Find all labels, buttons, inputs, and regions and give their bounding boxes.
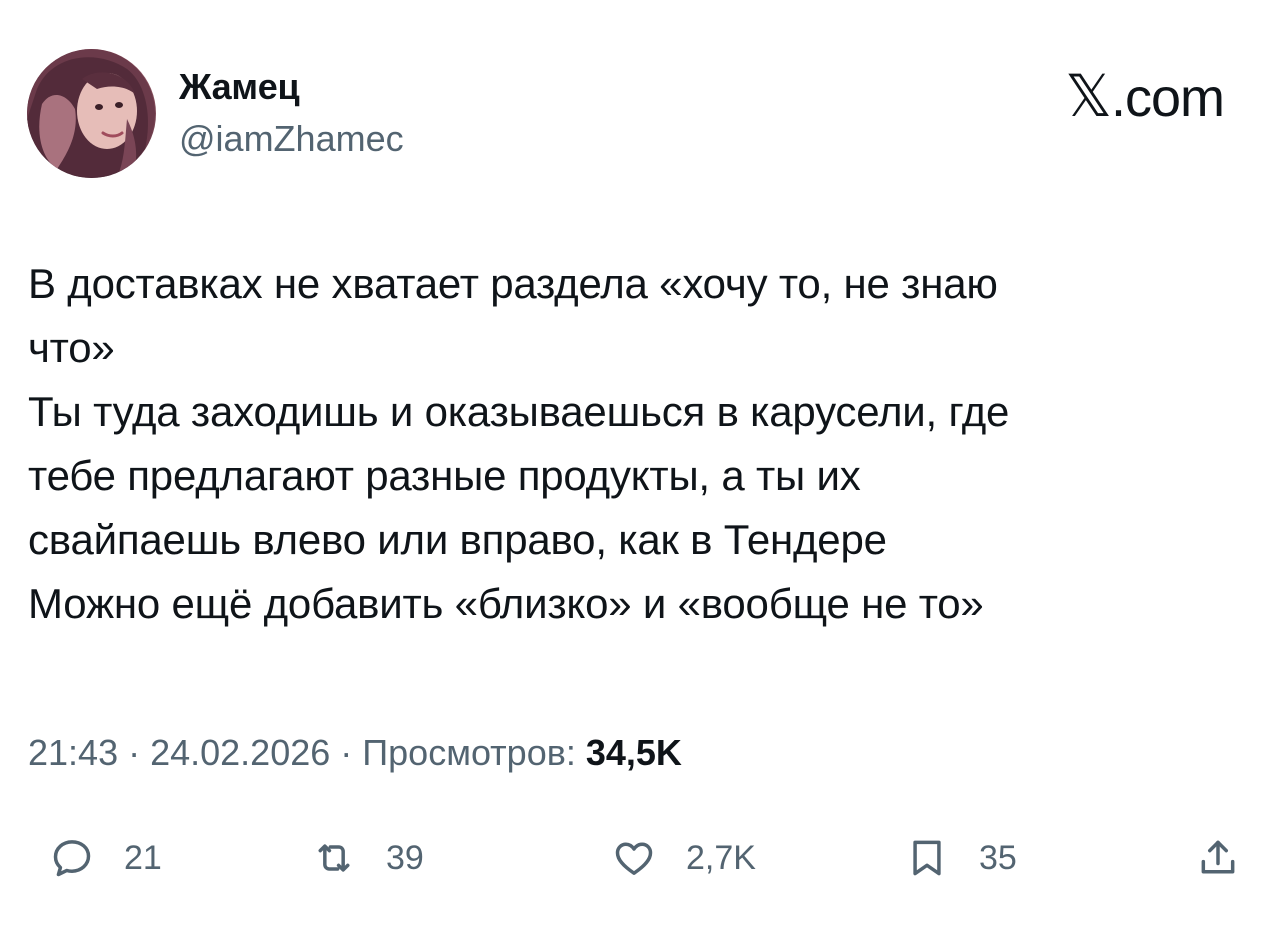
tweet-text-line: свайпаешь влево или вправо, как в Тендер… [28,516,887,563]
avatar[interactable] [27,49,156,178]
bookmark-icon [913,840,941,876]
repost-count: 39 [386,838,424,877]
tweet-time[interactable]: 21:43 [28,732,118,773]
share-button[interactable] [1196,828,1240,888]
views-label: Просмотров: [362,732,576,773]
x-logo: 𝕏 .com [1065,62,1225,130]
reply-count: 21 [124,838,162,877]
meta-separator: · [330,732,363,773]
like-button[interactable]: 2,7K [612,828,756,888]
tweet-card: Жамец @iamZhamec 𝕏 .com В доставках не х… [0,0,1280,940]
tweet-text-line: В доставках не хватает раздела «хочу то,… [28,260,998,307]
avatar-photo-icon [27,49,155,178]
share-icon [1201,840,1235,874]
repost-button[interactable]: 39 [312,828,424,888]
bookmark-button[interactable]: 35 [905,828,1017,888]
reply-icon [53,840,91,877]
author-display-name[interactable]: Жамец [179,66,300,108]
author-handle[interactable]: @iamZhamec [179,118,404,160]
tweet-text-line: тебе предлагают разные продукты, а ты их [28,452,861,499]
views-count: 34,5K [585,732,682,773]
bookmark-count: 35 [979,838,1017,877]
heart-icon [615,842,653,875]
repost-icon [318,844,350,872]
x-logo-glyph: 𝕏 [1065,62,1112,130]
tweet-text-line: что» [28,324,115,371]
tweet-text-line: Ты туда заходишь и оказываешься в карусе… [28,388,1010,435]
reply-button[interactable]: 21 [50,828,162,888]
tweet-meta: 21:43 · 24.02.2026 · Просмотров: 34,5K [28,732,682,774]
tweet-text: В доставках не хватает раздела «хочу то,… [28,252,1248,636]
x-logo-suffix: .com [1110,68,1225,128]
meta-separator: · [118,732,151,773]
action-bar: 21 39 2,7K 35 [0,828,1280,888]
tweet-text-line: Можно ещё добавить «близко» и «вообще не… [28,580,984,627]
like-count: 2,7K [686,838,756,877]
tweet-date[interactable]: 24.02.2026 [150,732,330,773]
